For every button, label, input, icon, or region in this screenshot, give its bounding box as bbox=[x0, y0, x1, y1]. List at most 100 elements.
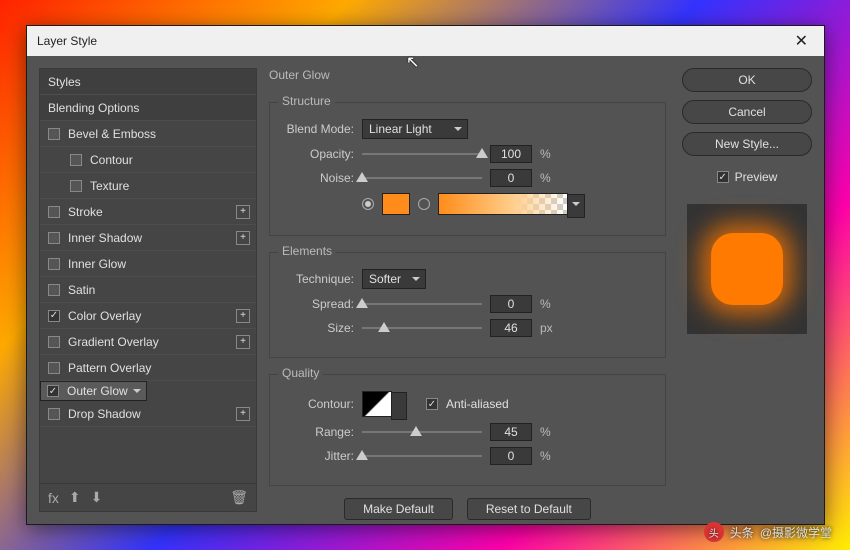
contour-label: Contour: bbox=[282, 397, 354, 411]
sidebar-item-blending-options[interactable]: Blending Options bbox=[40, 95, 256, 121]
sidebar-item-label: Gradient Overlay bbox=[68, 335, 159, 349]
style-checkbox[interactable] bbox=[48, 206, 60, 218]
jitter-label: Jitter: bbox=[282, 449, 354, 463]
layer-style-dialog: Layer Style ✕ Styles Blending Options Beve… bbox=[26, 25, 825, 525]
cancel-button[interactable]: Cancel bbox=[682, 100, 812, 124]
titlebar[interactable]: Layer Style ✕ bbox=[27, 26, 824, 56]
style-checkbox[interactable] bbox=[70, 154, 82, 166]
structure-group: Structure Blend Mode: Linear Light Opaci… bbox=[269, 102, 666, 236]
sidebar-item-label: Pattern Overlay bbox=[68, 361, 151, 375]
style-checkbox[interactable] bbox=[48, 284, 60, 296]
make-default-button[interactable]: Make Default bbox=[344, 498, 453, 520]
sidebar-item-inner-shadow[interactable]: Inner Shadow + bbox=[40, 225, 256, 251]
gradient-picker[interactable] bbox=[438, 193, 568, 215]
add-effect-icon[interactable]: + bbox=[236, 309, 250, 323]
gradient-radio[interactable] bbox=[418, 198, 430, 210]
jitter-input[interactable]: 0 bbox=[490, 447, 532, 465]
style-checkbox[interactable] bbox=[48, 128, 60, 140]
settings-panel: Outer Glow Structure Blend Mode: Linear … bbox=[269, 68, 670, 512]
add-effect-icon[interactable]: + bbox=[236, 231, 250, 245]
spread-slider[interactable] bbox=[362, 297, 482, 311]
sidebar-item-drop-shadow[interactable]: Drop Shadow + bbox=[40, 401, 256, 427]
quality-group: Quality Contour: Anti-aliased Range: 45 … bbox=[269, 374, 666, 486]
styles-sidebar: Styles Blending Options Bevel & Emboss Cont… bbox=[39, 68, 257, 512]
quality-label: Quality bbox=[278, 366, 323, 380]
window-title: Layer Style bbox=[37, 34, 97, 48]
new-style-button[interactable]: New Style... bbox=[682, 132, 812, 156]
reset-default-button[interactable]: Reset to Default bbox=[467, 498, 591, 520]
sidebar-item-texture[interactable]: Texture bbox=[40, 173, 256, 199]
ok-button[interactable]: OK bbox=[682, 68, 812, 92]
elements-label: Elements bbox=[278, 244, 336, 258]
style-checkbox[interactable] bbox=[48, 362, 60, 374]
sidebar-item-bevel-emboss[interactable]: Bevel & Emboss bbox=[40, 121, 256, 147]
blend-mode-select[interactable]: Linear Light bbox=[362, 119, 468, 139]
color-swatch[interactable] bbox=[382, 193, 410, 215]
technique-label: Technique: bbox=[282, 272, 354, 286]
panel-title: Outer Glow bbox=[269, 68, 666, 82]
size-slider[interactable] bbox=[362, 321, 482, 335]
sidebar-item-label: Stroke bbox=[68, 205, 103, 219]
spread-input[interactable]: 0 bbox=[490, 295, 532, 313]
size-input[interactable]: 46 bbox=[490, 319, 532, 337]
sidebar-item-label: Color Overlay bbox=[68, 309, 141, 323]
solid-color-radio[interactable] bbox=[362, 198, 374, 210]
preview-checkbox[interactable] bbox=[717, 171, 729, 183]
right-panel: OK Cancel New Style... Preview bbox=[682, 68, 812, 512]
style-checkbox[interactable] bbox=[48, 232, 60, 244]
add-effect-icon[interactable]: + bbox=[236, 335, 250, 349]
sidebar-item-contour[interactable]: Contour bbox=[40, 147, 256, 173]
noise-input[interactable]: 0 bbox=[490, 169, 532, 187]
range-input[interactable]: 45 bbox=[490, 423, 532, 441]
style-checkbox[interactable] bbox=[48, 258, 60, 270]
sidebar-item-outer-glow[interactable]: Outer Glow bbox=[40, 381, 147, 401]
sidebar-item-stroke[interactable]: Stroke + bbox=[40, 199, 256, 225]
add-effect-icon[interactable]: + bbox=[236, 407, 250, 421]
sidebar-item-gradient-overlay[interactable]: Gradient Overlay + bbox=[40, 329, 256, 355]
sidebar-item-label: Blending Options bbox=[48, 101, 139, 115]
range-label: Range: bbox=[282, 425, 354, 439]
sidebar-item-label: Outer Glow bbox=[67, 384, 128, 398]
sidebar-item-satin[interactable]: Satin bbox=[40, 277, 256, 303]
add-effect-icon[interactable]: + bbox=[236, 205, 250, 219]
opacity-slider[interactable] bbox=[362, 147, 482, 161]
style-checkbox[interactable] bbox=[48, 310, 60, 322]
style-checkbox[interactable] bbox=[48, 336, 60, 348]
technique-select[interactable]: Softer bbox=[362, 269, 426, 289]
sidebar-item-label: Satin bbox=[68, 283, 95, 297]
opacity-label: Opacity: bbox=[282, 147, 354, 161]
sidebar-item-color-overlay[interactable]: Color Overlay + bbox=[40, 303, 256, 329]
range-slider[interactable] bbox=[362, 425, 482, 439]
sidebar-item-pattern-overlay[interactable]: Pattern Overlay bbox=[40, 355, 256, 381]
spread-label: Spread: bbox=[282, 297, 354, 311]
close-icon[interactable]: ✕ bbox=[789, 29, 814, 53]
blend-mode-label: Blend Mode: bbox=[282, 122, 354, 136]
contour-picker[interactable] bbox=[362, 391, 392, 417]
sidebar-item-label: Contour bbox=[90, 153, 133, 167]
sidebar-item-label: Drop Shadow bbox=[68, 407, 141, 421]
style-checkbox[interactable] bbox=[48, 408, 60, 420]
style-checkbox[interactable] bbox=[47, 385, 59, 397]
sidebar-item-inner-glow[interactable]: Inner Glow bbox=[40, 251, 256, 277]
size-label: Size: bbox=[282, 321, 354, 335]
sidebar-item-styles[interactable]: Styles bbox=[40, 69, 256, 95]
arrow-down-icon[interactable]: ⬇ bbox=[91, 489, 103, 506]
noise-label: Noise: bbox=[282, 171, 354, 185]
sidebar-item-label: Inner Glow bbox=[68, 257, 126, 271]
elements-group: Elements Technique: Softer Spread: 0 % S… bbox=[269, 252, 666, 358]
sidebar-item-label: Inner Shadow bbox=[68, 231, 142, 245]
sidebar-item-label: Texture bbox=[90, 179, 129, 193]
sidebar-footer: fx ⬆ ⬇ 🗑 bbox=[40, 483, 256, 511]
preview-label: Preview bbox=[735, 170, 778, 184]
noise-slider[interactable] bbox=[362, 171, 482, 185]
preview-thumbnail bbox=[687, 204, 807, 334]
jitter-slider[interactable] bbox=[362, 449, 482, 463]
style-checkbox[interactable] bbox=[70, 180, 82, 192]
anti-aliased-checkbox[interactable] bbox=[426, 398, 438, 410]
arrow-up-icon[interactable]: ⬆ bbox=[69, 489, 81, 506]
trash-icon[interactable]: 🗑 bbox=[230, 489, 248, 506]
opacity-input[interactable]: 100 bbox=[490, 145, 532, 163]
sidebar-item-label: Styles bbox=[48, 75, 81, 89]
fx-icon[interactable]: fx bbox=[48, 490, 59, 506]
anti-aliased-label: Anti-aliased bbox=[446, 397, 509, 411]
